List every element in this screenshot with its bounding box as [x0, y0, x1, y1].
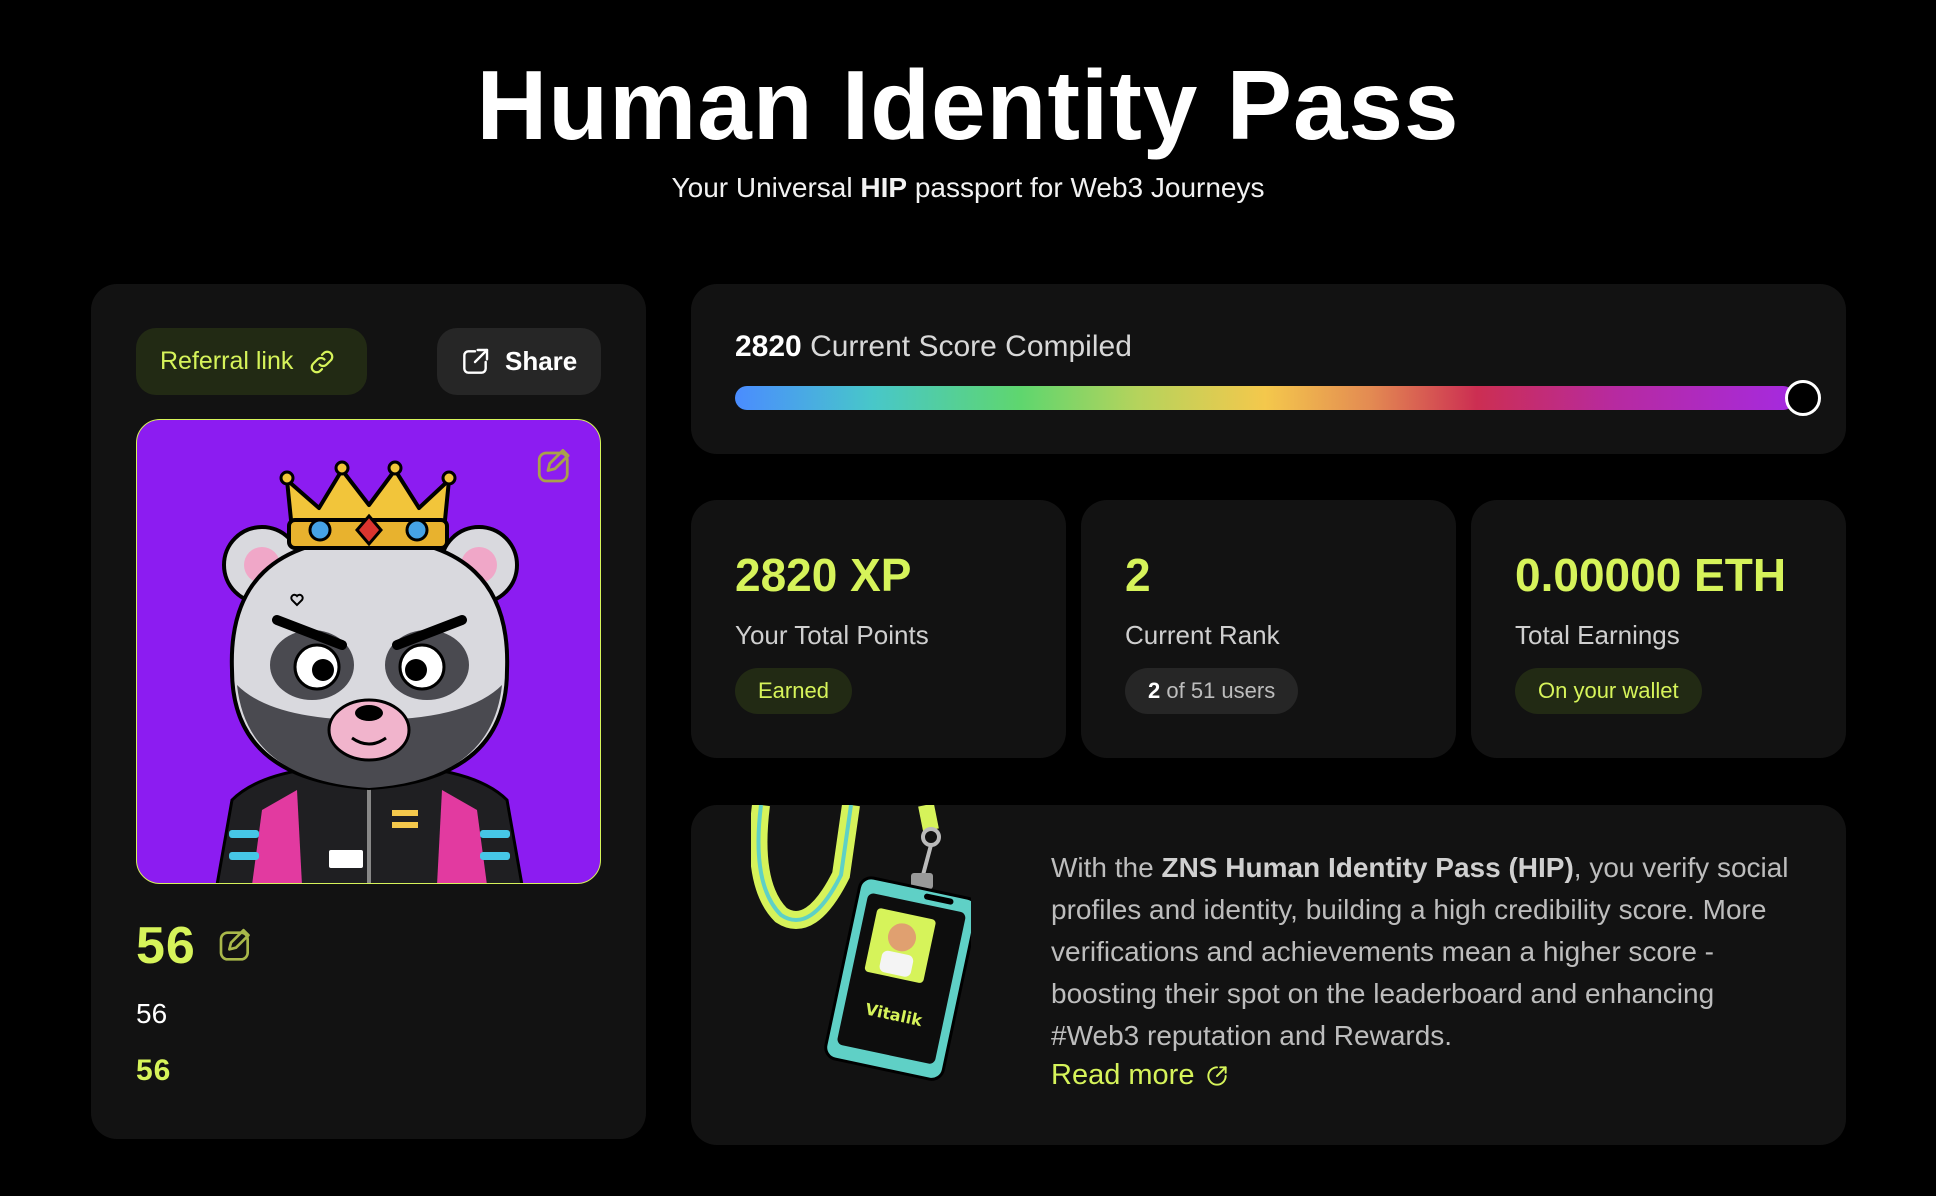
profile-card: Referral link Share 56 56 56	[91, 284, 646, 1139]
link-icon	[311, 350, 334, 373]
external-link-icon	[1207, 1065, 1228, 1086]
avatar	[136, 419, 601, 884]
total-points-label: Your Total Points	[735, 620, 929, 650]
edit-avatar-icon[interactable]	[534, 446, 576, 488]
rank-badge-bold: 2	[1148, 678, 1161, 703]
share-label: Share	[505, 346, 578, 376]
hip-info-card: Vitalik With the ZNS Human Identity Pass…	[691, 805, 1846, 1145]
username-large: 56	[136, 917, 196, 975]
referral-link-label: Referral link	[160, 347, 294, 375]
wallet-badge: On your wallet	[1515, 668, 1702, 714]
current-rank-value: 2	[1125, 549, 1151, 601]
hip-description: With the ZNS Human Identity Pass (HIP), …	[1051, 847, 1801, 1057]
total-points-card: 2820 XP Your Total Points Earned	[691, 500, 1066, 758]
hip-description-prefix: With the	[1051, 852, 1162, 883]
subtitle-bold: HIP	[860, 172, 908, 203]
hip-description-bold: ZNS Human Identity Pass (HIP)	[1161, 852, 1574, 883]
subtitle-prefix: Your Universal	[671, 172, 861, 203]
username-row: 56	[136, 916, 256, 976]
earned-badge: Earned	[735, 668, 852, 714]
score-progress-knob	[1785, 380, 1821, 416]
total-earnings-label: Total Earnings	[1515, 620, 1680, 650]
referral-link-button[interactable]: Referral link	[136, 328, 367, 395]
share-button[interactable]: Share	[437, 328, 601, 395]
total-earnings-card: 0.00000 ETH Total Earnings On your walle…	[1471, 500, 1846, 758]
edit-icon[interactable]	[216, 926, 256, 966]
read-more-link[interactable]: Read more	[1051, 1059, 1230, 1092]
score-value: 2820	[735, 330, 802, 363]
username-green: 56	[136, 1054, 172, 1087]
score-label-text: Current Score Compiled	[801, 330, 1132, 363]
current-rank-label: Current Rank	[1125, 620, 1280, 650]
share-icon	[463, 348, 489, 374]
subtitle-suffix: passport for Web3 Journeys	[907, 172, 1265, 203]
total-points-value: 2820 XP	[735, 549, 912, 601]
page-title: Human Identity Pass	[476, 50, 1460, 160]
current-rank-card: 2 Current Rank 2 of 51 users	[1081, 500, 1456, 758]
username-plain: 56	[136, 998, 168, 1029]
score-card: 2820 Current Score Compiled	[691, 284, 1846, 454]
score-progress-bar	[735, 386, 1795, 410]
rank-badge-rest: of 51 users	[1166, 678, 1276, 703]
total-earnings-value: 0.00000 ETH	[1515, 549, 1787, 601]
read-more-label: Read more	[1051, 1059, 1195, 1091]
score-label: 2820 Current Score Compiled	[735, 330, 1132, 364]
rank-badge: 2 of 51 users	[1125, 668, 1299, 714]
id-badge-illustration: Vitalik	[751, 805, 971, 1081]
bear-avatar-image	[215, 460, 524, 883]
page-subtitle: Your Universal HIP passport for Web3 Jou…	[0, 172, 1936, 204]
